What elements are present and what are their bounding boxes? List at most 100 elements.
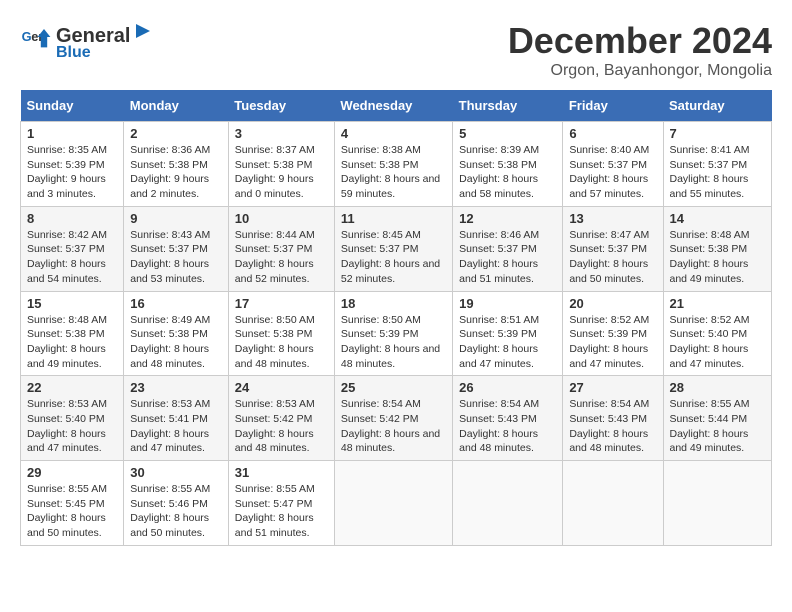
day-number: 24 [235,380,328,395]
day-number: 14 [670,211,766,226]
calendar-cell: 5 Sunrise: 8:39 AMSunset: 5:38 PMDaylight… [453,122,563,207]
day-info: Sunrise: 8:50 AMSunset: 5:38 PMDaylight:… [235,313,328,372]
day-number: 2 [130,126,222,141]
day-info: Sunrise: 8:42 AMSunset: 5:37 PMDaylight:… [27,228,117,287]
day-number: 17 [235,296,328,311]
day-number: 11 [341,211,446,226]
weekday-header-row: SundayMondayTuesdayWednesdayThursdayFrid… [21,90,772,122]
day-number: 26 [459,380,556,395]
day-info: Sunrise: 8:53 AMSunset: 5:41 PMDaylight:… [130,397,222,456]
day-info: Sunrise: 8:40 AMSunset: 5:37 PMDaylight:… [569,143,656,202]
calendar-cell: 16 Sunrise: 8:49 AMSunset: 5:38 PMDayligh… [124,291,229,376]
calendar-cell: 14Sunrise: 8:48 AMSunset: 5:38 PMDayligh… [663,206,772,291]
day-info: Sunrise: 8:55 AMSunset: 5:46 PMDaylight:… [130,482,222,541]
day-info: Sunrise: 8:46 AMSunset: 5:37 PMDaylight:… [459,228,556,287]
day-number: 20 [569,296,656,311]
calendar-cell: 4 Sunrise: 8:38 AMSunset: 5:38 PMDaylight… [334,122,452,207]
day-info: Sunrise: 8:49 AMSunset: 5:38 PMDaylight:… [130,313,222,372]
calendar-cell: 28 Sunrise: 8:55 AMSunset: 5:44 PMDayligh… [663,376,772,461]
day-info: Sunrise: 8:37 AMSunset: 5:38 PMDaylight:… [235,143,328,202]
day-number: 4 [341,126,446,141]
day-number: 12 [459,211,556,226]
day-info: Sunrise: 8:54 AMSunset: 5:43 PMDaylight:… [569,397,656,456]
calendar-table: SundayMondayTuesdayWednesdayThursdayFrid… [20,90,772,546]
day-number: 8 [27,211,117,226]
day-number: 1 [27,126,117,141]
weekday-header-sunday: Sunday [21,90,124,122]
day-number: 30 [130,465,222,480]
day-info: Sunrise: 8:39 AMSunset: 5:38 PMDaylight:… [459,143,556,202]
day-number: 7 [670,126,766,141]
week-row-2: 8 Sunrise: 8:42 AMSunset: 5:37 PMDaylight… [21,206,772,291]
calendar-cell: 24 Sunrise: 8:53 AMSunset: 5:42 PMDayligh… [228,376,334,461]
day-info: Sunrise: 8:36 AMSunset: 5:38 PMDaylight:… [130,143,222,202]
day-info: Sunrise: 8:55 AMSunset: 5:47 PMDaylight:… [235,482,328,541]
day-info: Sunrise: 8:38 AMSunset: 5:38 PMDaylight:… [341,143,446,202]
calendar-cell: 21Sunrise: 8:52 AMSunset: 5:40 PMDayligh… [663,291,772,376]
calendar-cell: 3Sunrise: 8:37 AMSunset: 5:38 PMDaylight… [228,122,334,207]
calendar-cell: 6Sunrise: 8:40 AMSunset: 5:37 PMDaylight… [563,122,663,207]
calendar-cell: 23 Sunrise: 8:53 AMSunset: 5:41 PMDayligh… [124,376,229,461]
calendar-cell: 10 Sunrise: 8:44 AMSunset: 5:37 PMDayligh… [228,206,334,291]
calendar-cell: 27 Sunrise: 8:54 AMSunset: 5:43 PMDayligh… [563,376,663,461]
day-info: Sunrise: 8:43 AMSunset: 5:37 PMDaylight:… [130,228,222,287]
header: G en General Blue December 2024 Orgon, B… [20,20,772,80]
weekday-header-monday: Monday [124,90,229,122]
day-info: Sunrise: 8:51 AMSunset: 5:39 PMDaylight:… [459,313,556,372]
calendar-cell: 1 Sunrise: 8:35 AMSunset: 5:39 PMDaylight… [21,122,124,207]
svg-text:G: G [22,29,32,44]
day-number: 31 [235,465,328,480]
day-info: Sunrise: 8:48 AMSunset: 5:38 PMDaylight:… [27,313,117,372]
calendar-cell: 20 Sunrise: 8:52 AMSunset: 5:39 PMDayligh… [563,291,663,376]
calendar-cell: 2 Sunrise: 8:36 AMSunset: 5:38 PMDaylight… [124,122,229,207]
calendar-cell: 13 Sunrise: 8:47 AMSunset: 5:37 PMDayligh… [563,206,663,291]
day-number: 28 [670,380,766,395]
day-info: Sunrise: 8:44 AMSunset: 5:37 PMDaylight:… [235,228,328,287]
day-number: 5 [459,126,556,141]
calendar-cell: 17 Sunrise: 8:50 AMSunset: 5:38 PMDayligh… [228,291,334,376]
day-number: 22 [27,380,117,395]
weekday-header-tuesday: Tuesday [228,90,334,122]
day-number: 9 [130,211,222,226]
day-info: Sunrise: 8:45 AMSunset: 5:37 PMDaylight:… [341,228,446,287]
day-info: Sunrise: 8:52 AMSunset: 5:39 PMDaylight:… [569,313,656,372]
day-number: 10 [235,211,328,226]
day-number: 27 [569,380,656,395]
weekday-header-saturday: Saturday [663,90,772,122]
day-info: Sunrise: 8:55 AMSunset: 5:44 PMDaylight:… [670,397,766,456]
day-number: 15 [27,296,117,311]
day-number: 19 [459,296,556,311]
day-number: 13 [569,211,656,226]
calendar-cell: 15 Sunrise: 8:48 AMSunset: 5:38 PMDayligh… [21,291,124,376]
calendar-cell: 26 Sunrise: 8:54 AMSunset: 5:43 PMDayligh… [453,376,563,461]
day-info: Sunrise: 8:50 AMSunset: 5:39 PMDaylight:… [341,313,446,372]
week-row-3: 15 Sunrise: 8:48 AMSunset: 5:38 PMDayligh… [21,291,772,376]
calendar-cell: 19 Sunrise: 8:51 AMSunset: 5:39 PMDayligh… [453,291,563,376]
logo: G en General Blue [20,20,154,62]
day-number: 16 [130,296,222,311]
weekday-header-thursday: Thursday [453,90,563,122]
day-number: 25 [341,380,446,395]
day-info: Sunrise: 8:54 AMSunset: 5:43 PMDaylight:… [459,397,556,456]
calendar-cell: 22Sunrise: 8:53 AMSunset: 5:40 PMDayligh… [21,376,124,461]
calendar-cell [563,461,663,546]
calendar-cell: 9 Sunrise: 8:43 AMSunset: 5:37 PMDaylight… [124,206,229,291]
calendar-cell: 7 Sunrise: 8:41 AMSunset: 5:37 PMDaylight… [663,122,772,207]
logo-icon: G en [20,25,52,57]
day-number: 23 [130,380,222,395]
day-info: Sunrise: 8:53 AMSunset: 5:42 PMDaylight:… [235,397,328,456]
day-number: 29 [27,465,117,480]
weekday-header-wednesday: Wednesday [334,90,452,122]
calendar-cell [334,461,452,546]
day-info: Sunrise: 8:47 AMSunset: 5:37 PMDaylight:… [569,228,656,287]
calendar-cell [663,461,772,546]
day-number: 21 [670,296,766,311]
title-area: December 2024 Orgon, Bayanhongor, Mongol… [508,20,772,80]
calendar-cell: 18Sunrise: 8:50 AMSunset: 5:39 PMDayligh… [334,291,452,376]
day-info: Sunrise: 8:41 AMSunset: 5:37 PMDaylight:… [670,143,766,202]
day-info: Sunrise: 8:35 AMSunset: 5:39 PMDaylight:… [27,143,117,202]
logo-arrow-icon [132,20,154,42]
calendar-cell: 8 Sunrise: 8:42 AMSunset: 5:37 PMDaylight… [21,206,124,291]
calendar-cell: 30 Sunrise: 8:55 AMSunset: 5:46 PMDayligh… [124,461,229,546]
calendar-cell: 11 Sunrise: 8:45 AMSunset: 5:37 PMDayligh… [334,206,452,291]
